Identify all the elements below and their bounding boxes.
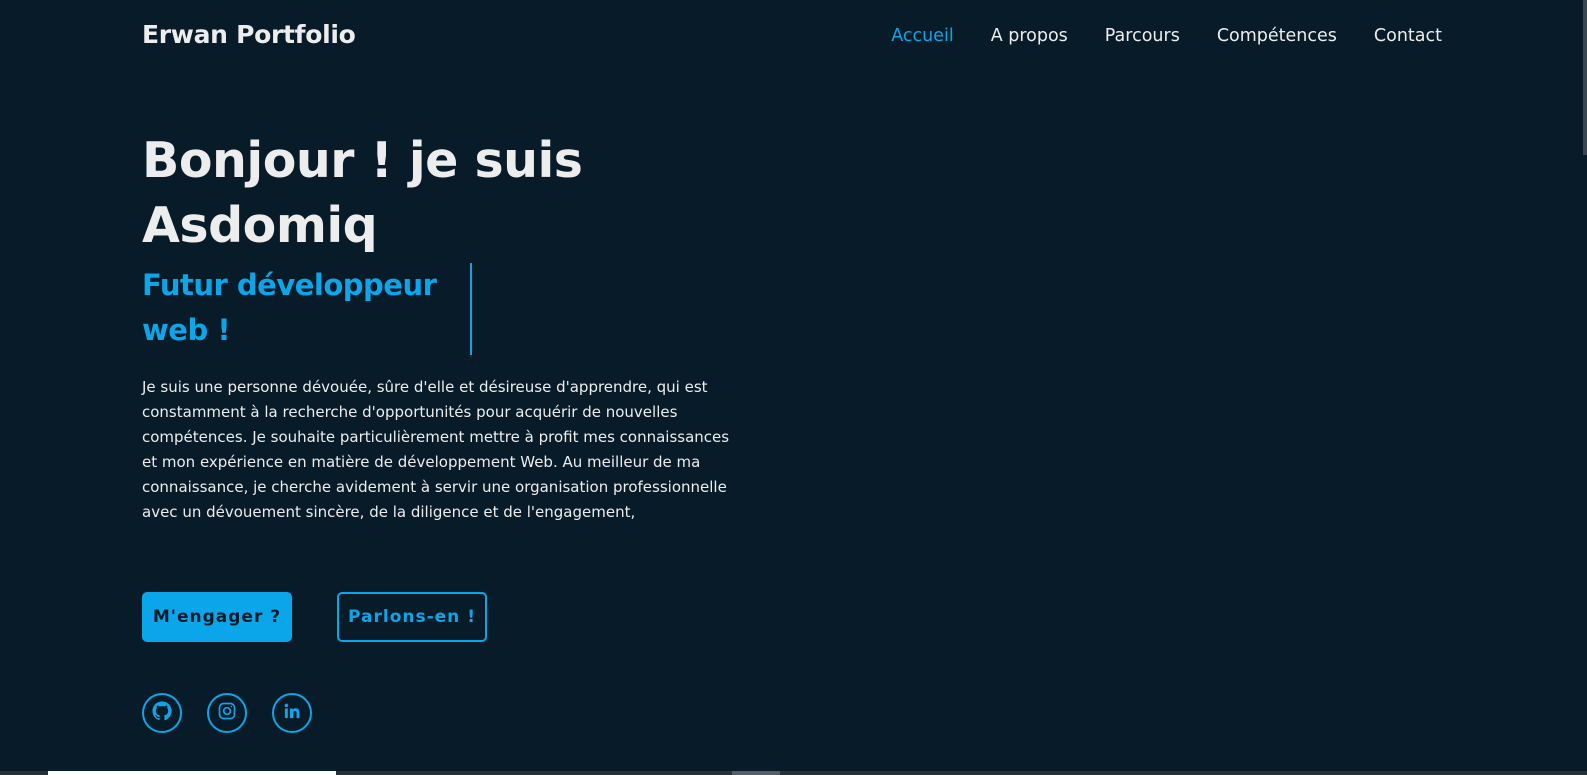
hero-title-line2: Asdomiq: [142, 197, 378, 254]
hero-subtitle-line2: web !: [142, 313, 231, 347]
nav-link-a-propos[interactable]: A propos: [991, 26, 1068, 46]
nav-link-contact[interactable]: Contact: [1374, 26, 1442, 46]
linkedin-icon: [282, 701, 302, 725]
lets-talk-button[interactable]: Parlons-en !: [337, 592, 487, 642]
vertical-scrollbar-thumb[interactable]: [1583, 0, 1587, 155]
linkedin-link[interactable]: [272, 693, 312, 733]
hero-bio: Je suis une personne dévouée, sûre d'ell…: [142, 378, 730, 521]
github-icon: [152, 701, 172, 725]
hero-title-line1: Bonjour ! je suis: [142, 132, 583, 189]
horizontal-scrollbar-marker: [732, 771, 780, 775]
hero-subtitle-line1: Futur développeur: [142, 268, 437, 302]
hire-me-button[interactable]: M'engager ?: [142, 592, 292, 642]
typing-cursor: [470, 263, 472, 355]
hero-subtitle-block: Futur développeur web !: [142, 263, 472, 355]
hero-title: Bonjour ! je suis Asdomiq: [142, 128, 762, 258]
github-link[interactable]: [142, 693, 182, 733]
nav-link-parcours[interactable]: Parcours: [1105, 26, 1180, 46]
hero-subtitle: Futur développeur web !: [142, 263, 472, 353]
nav-link-accueil[interactable]: Accueil: [891, 26, 954, 46]
main-nav: Accueil A propos Parcours Compétences Co…: [891, 26, 1442, 46]
portfolio-page: Erwan Portfolio Accueil A propos Parcour…: [0, 0, 1587, 775]
site-logo[interactable]: Erwan Portfolio: [142, 20, 356, 49]
instagram-link[interactable]: [207, 693, 247, 733]
horizontal-scrollbar-thumb[interactable]: [48, 771, 336, 775]
instagram-icon: [217, 701, 237, 725]
nav-link-competences[interactable]: Compétences: [1217, 26, 1337, 46]
